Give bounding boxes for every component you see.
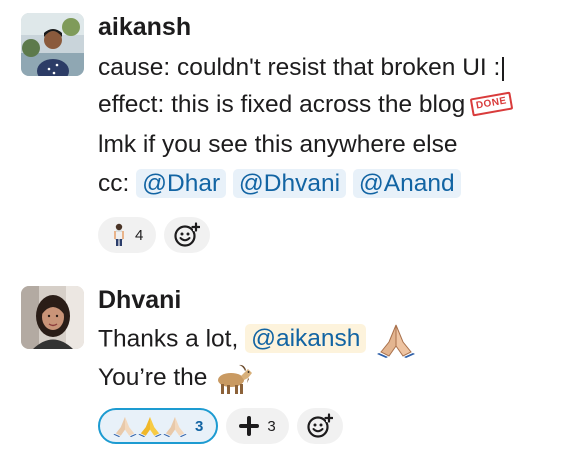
- message-line: lmk if you see this anywhere else: [98, 129, 458, 161]
- message-text: lmk if you see this anywhere else: [98, 131, 458, 158]
- add-reaction-button[interactable]: [296, 408, 343, 444]
- avatar-dhvani-image: [21, 286, 84, 349]
- mention-anand[interactable]: @Anand: [352, 169, 461, 198]
- add-emoji-icon: [174, 222, 201, 247]
- message-line: effect: this is fixed across the blog DON…: [98, 89, 514, 121]
- reaction-count: 4: [135, 226, 144, 244]
- message-text: Thanks a lot,: [98, 325, 239, 353]
- reaction-folded-hands[interactable]: 3: [98, 408, 219, 444]
- folded-hands-icon: [113, 415, 187, 437]
- reaction-count: 3: [267, 417, 276, 435]
- reaction-person-standing[interactable]: 4: [98, 217, 157, 253]
- add-emoji-icon: [307, 413, 333, 438]
- author-name[interactable]: aikansh: [98, 12, 191, 42]
- message-line: cc: @Dhar @Dhvani @Anand: [98, 168, 461, 200]
- avatar-aikansh-image: [21, 13, 84, 76]
- message-line: Thanks a lot, @aikansh: [98, 322, 416, 358]
- heavy-plus-icon: [239, 416, 260, 436]
- reaction-heavy-plus[interactable]: 3: [226, 408, 289, 444]
- reaction-bar: 4: [98, 217, 211, 253]
- message-text: You’re the: [98, 364, 208, 391]
- message-text: cause: couldn't resist that broken UI :: [98, 54, 501, 81]
- author-name[interactable]: Dhvani: [98, 285, 181, 315]
- add-reaction-button[interactable]: [164, 217, 211, 253]
- goat-icon: [218, 364, 253, 394]
- mention-aikansh[interactable]: @aikansh: [245, 324, 367, 354]
- folded-hands-icon: [377, 324, 416, 358]
- done-stamp-icon: DONE: [469, 91, 514, 116]
- reaction-count: 3: [195, 417, 204, 435]
- avatar-aikansh[interactable]: [21, 13, 84, 76]
- message-text: effect: this is fixed across the blog: [98, 91, 466, 118]
- cc-label: cc:: [98, 170, 130, 197]
- avatar-dhvani[interactable]: [21, 286, 84, 349]
- reaction-bar: 3 3: [98, 408, 343, 444]
- mention-dhvani[interactable]: @Dhvani: [232, 169, 347, 198]
- message-line: cause: couldn't resist that broken UI :: [98, 52, 505, 84]
- person-standing-icon: [114, 223, 124, 246]
- mention-dhar[interactable]: @Dhar: [136, 169, 227, 198]
- message-line: You’re the: [98, 362, 254, 395]
- text-cursor: [502, 56, 505, 81]
